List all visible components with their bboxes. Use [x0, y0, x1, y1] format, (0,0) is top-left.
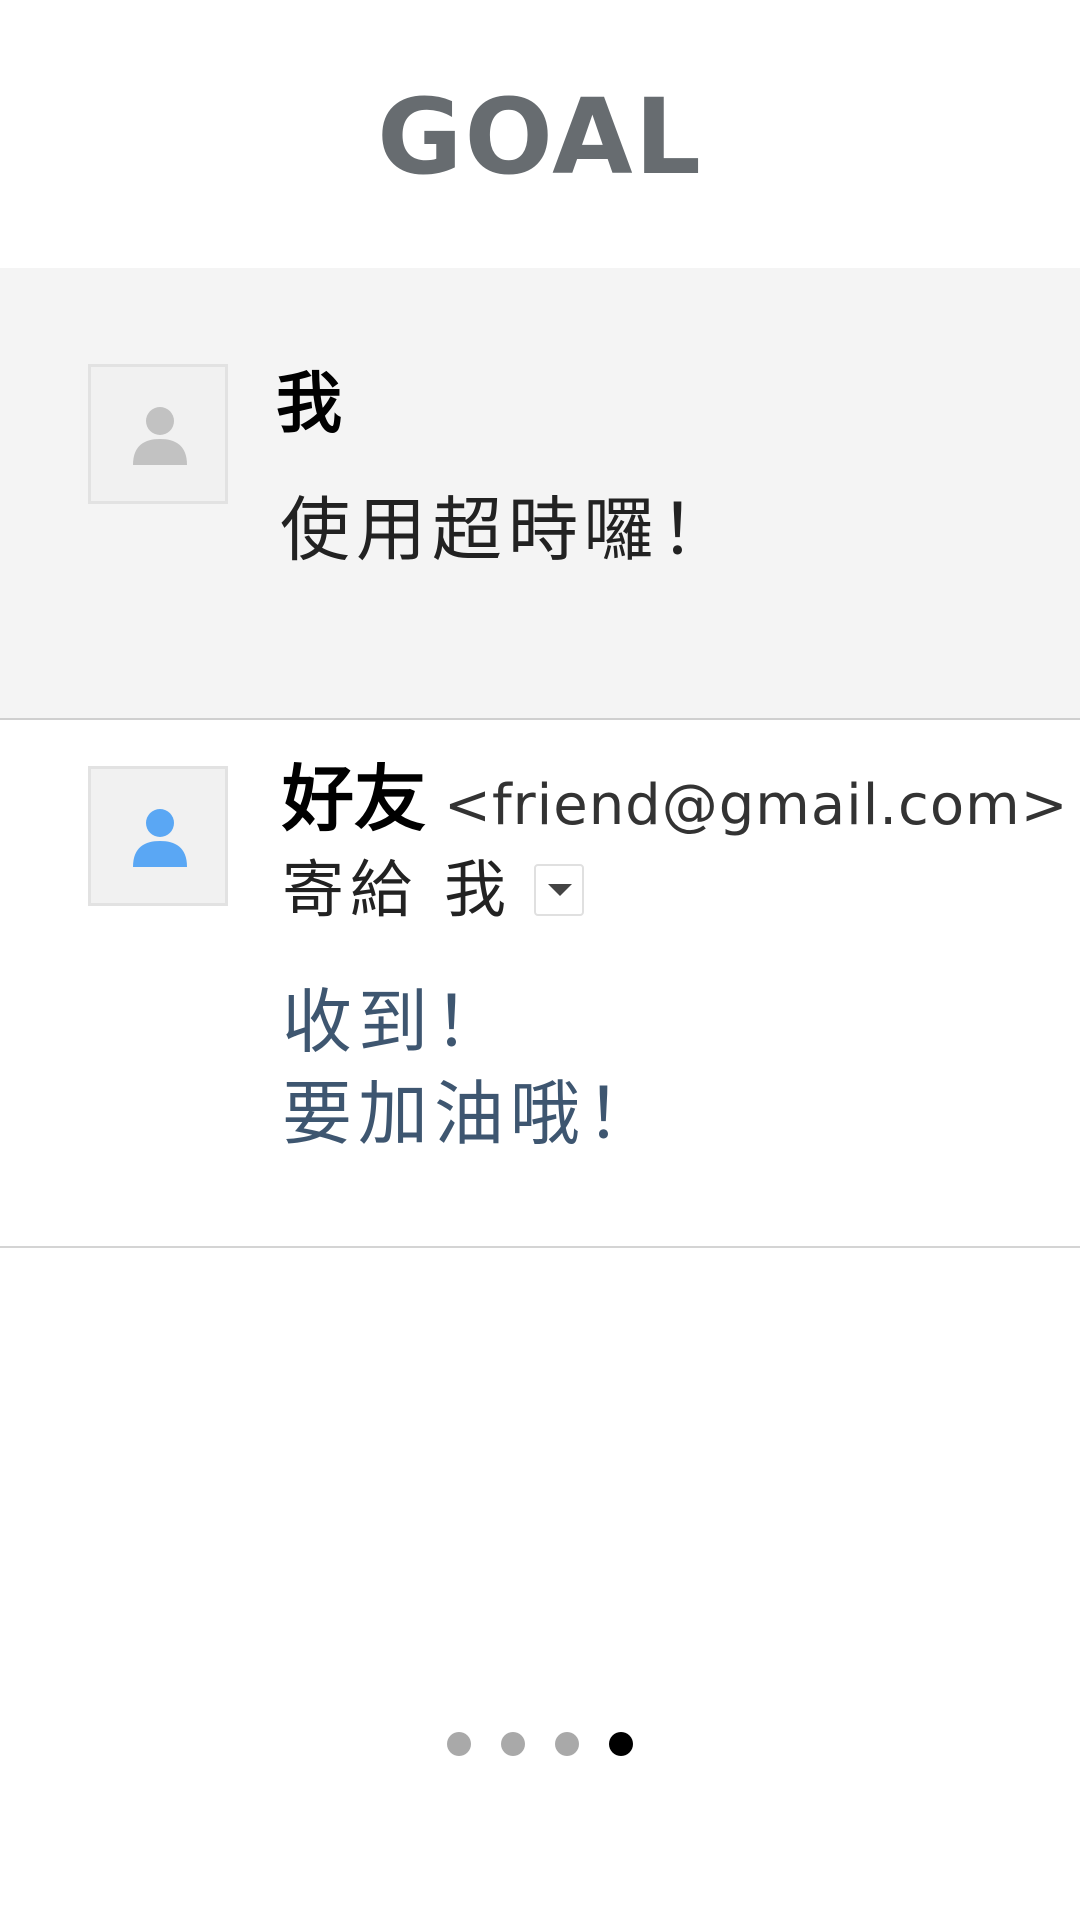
message-item-friend: 好友 <friend@gmail.com> 寄給我 收到！ 要加油哦！	[0, 720, 1080, 1248]
message-body-line: 收到！	[282, 981, 510, 1063]
sender-email: <friend@gmail.com>	[444, 773, 1069, 838]
recipient-line: 寄給我	[282, 852, 585, 928]
message-header: 好友 <friend@gmail.com>	[282, 756, 1069, 842]
person-icon	[133, 407, 187, 465]
page-dot[interactable]	[501, 1732, 525, 1756]
sender-name: 好友	[282, 757, 427, 841]
recipient-name: 我	[444, 853, 507, 926]
avatar	[88, 364, 228, 504]
avatar	[88, 766, 228, 906]
chevron-down-icon	[548, 884, 573, 896]
sender-name: 我	[276, 365, 342, 442]
message-body: 使用超時囉！	[280, 489, 736, 571]
details-dropdown-button[interactable]	[534, 864, 585, 916]
recipient-label: 寄給	[282, 853, 419, 926]
page-dot-active[interactable]	[609, 1732, 633, 1756]
message-item-self: 我 使用超時囉！	[0, 268, 1080, 720]
person-icon	[133, 809, 187, 867]
page-title: GOAL	[377, 76, 703, 198]
page-dot[interactable]	[447, 1732, 471, 1756]
page-indicator	[0, 1732, 1080, 1760]
message-body-line: 要加油哦！	[282, 1073, 662, 1155]
message-body: 收到！ 要加油哦！	[282, 976, 662, 1160]
page-dot[interactable]	[555, 1732, 579, 1756]
